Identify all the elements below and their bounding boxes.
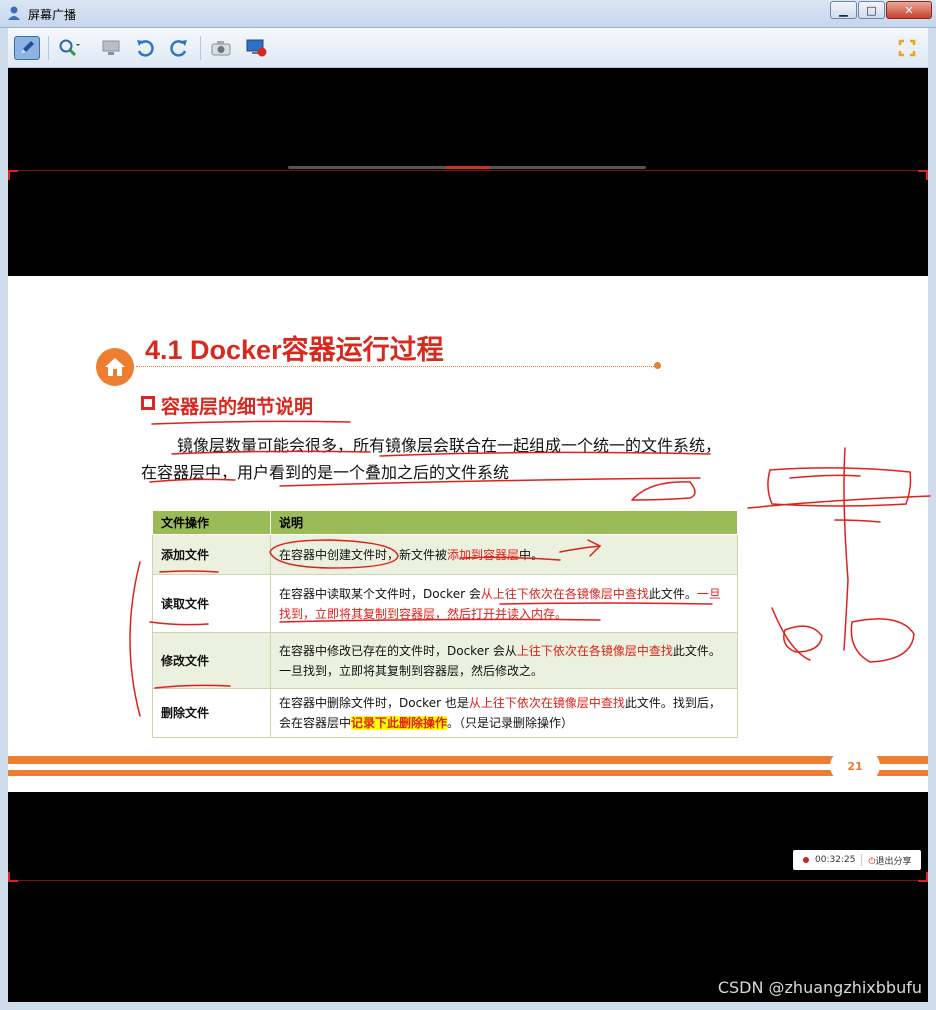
table-row: 修改文件 在容器中修改已存在的文件时，Docker 会从上往下依次在各镜像层中查…: [152, 632, 738, 689]
row-operation: 删除文件: [152, 688, 271, 738]
share-status-widget: 00:32:25 ⏻退出分享: [793, 850, 921, 870]
monitor-tool-button[interactable]: [98, 36, 124, 60]
exit-share-button[interactable]: ⏻退出分享: [868, 854, 911, 867]
minimize-button[interactable]: ▁: [830, 1, 857, 19]
record-screen-icon: [246, 39, 267, 57]
window-frame-left: [0, 28, 8, 1010]
window-frame-right: [928, 28, 936, 1010]
recording-dot-icon: [803, 857, 809, 863]
power-icon: ⏻: [868, 856, 876, 867]
footer-band: [8, 756, 928, 764]
zoom-tool-button[interactable]: [56, 36, 82, 60]
camera-icon: [211, 41, 231, 56]
fullscreen-button[interactable]: [894, 36, 920, 60]
table-row: 添加文件 在容器中创建文件时，新文件被添加到容器层中。: [152, 534, 738, 575]
row-operation: 修改文件: [152, 632, 271, 689]
footer-band-lower: [8, 770, 928, 776]
table-row: 删除文件 在容器中删除文件时，Docker 也是从上往下依次在镜像层中查找此文件…: [152, 688, 738, 738]
undo-button[interactable]: [132, 36, 158, 60]
exit-share-label: 退出分享: [875, 856, 912, 867]
window-controls: ▁ □ ✕: [829, 1, 932, 19]
capture-corner-bl: [8, 872, 18, 882]
window-title: 屏幕广播: [28, 8, 77, 22]
home-icon: [105, 358, 125, 376]
section-title: 容器层的细节说明: [161, 396, 314, 418]
close-button[interactable]: ✕: [886, 1, 932, 19]
toolbar: [0, 28, 936, 68]
page-number: 21: [830, 750, 880, 782]
row-description: 在容器中修改已存在的文件时，Docker 会从上往下依次在各镜像层中查找此文件。…: [270, 632, 738, 689]
capture-corner-tl: [8, 170, 18, 180]
row-description: 在容器中创建文件时，新文件被添加到容器层中。: [270, 534, 738, 575]
undo-icon: [137, 40, 154, 57]
title-underline: [136, 366, 658, 367]
row-description: 在容器中读取某个文件时，Docker 会从上往下依次在各镜像层中查找此文件。一旦…: [270, 574, 738, 633]
monitor-icon: [102, 40, 120, 55]
watermark: CSDN @zhuangzhixbbufu: [717, 978, 922, 997]
slide-paragraph: 镜像层数量可能会很多，所有镜像层会联合在一起组成一个统一的文件系统，在容器层中，…: [141, 436, 722, 482]
section-bullet: [141, 396, 155, 410]
title-bar: 屏幕广播 ▁ □ ✕: [0, 0, 936, 28]
row-operation: 添加文件: [152, 534, 271, 575]
title-underline-dot: [654, 362, 661, 369]
record-screen-button[interactable]: [244, 36, 270, 60]
table-row: 读取文件 在容器中读取某个文件时，Docker 会从上往下依次在各镜像层中查找此…: [152, 574, 738, 633]
row-description: 在容器中删除文件时，Docker 也是从上往下依次在镜像层中查找此文件。找到后，…: [270, 688, 738, 738]
table-header-description: 说明: [270, 510, 738, 535]
table-header-operation: 文件操作: [152, 510, 271, 535]
redo-icon: [170, 40, 187, 57]
row-operation: 读取文件: [152, 574, 271, 633]
capture-edge-bottom: [18, 880, 918, 881]
home-button[interactable]: [96, 348, 134, 386]
maximize-button[interactable]: □: [858, 1, 885, 19]
pen-tool-button[interactable]: [14, 36, 40, 60]
snapshot-button[interactable]: [208, 36, 234, 60]
window-frame-bottom: [0, 1002, 936, 1010]
pen-icon: [21, 41, 34, 54]
capture-corner-br: [918, 872, 928, 882]
zoom-icon: [59, 39, 80, 57]
file-operation-table: 文件操作 说明 添加文件 在容器中创建文件时，新文件被添加到容器层中。 读取文件…: [152, 510, 738, 738]
remote-scroll-indicator-mark: [446, 166, 490, 169]
capture-edge-top: [18, 170, 918, 171]
presentation-slide: 4.1 Docker容器运行过程 容器层的细节说明 镜像层数量可能会很多，所有镜…: [8, 276, 928, 792]
redo-button[interactable]: [166, 36, 192, 60]
capture-corner-tr: [918, 170, 928, 180]
share-elapsed-time: 00:32:25: [815, 855, 856, 865]
slide-title: 4.1 Docker容器运行过程: [145, 335, 444, 365]
app-user-icon: [8, 6, 20, 20]
fullscreen-icon: [898, 39, 916, 57]
